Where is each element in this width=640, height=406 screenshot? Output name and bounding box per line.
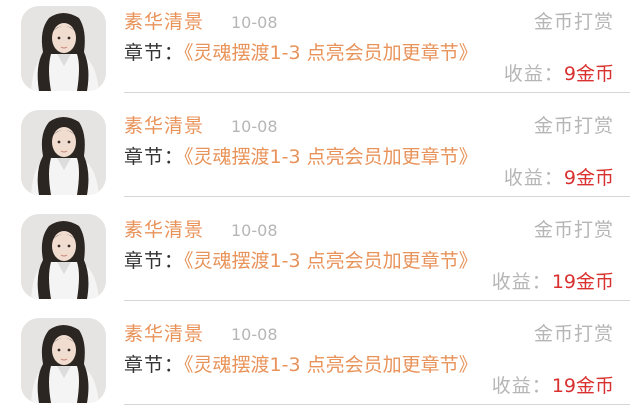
income-amount: 19金币 bbox=[551, 375, 614, 397]
income-label: 收益： bbox=[491, 271, 552, 293]
record-date: 10-08 bbox=[231, 117, 278, 136]
user-name[interactable]: 素华清景 bbox=[124, 115, 204, 137]
reward-record-item[interactable]: 素华清景 10-08 金币打赏 章节：《灵魂摆渡1-3 点亮会员加更章节》 收益… bbox=[0, 0, 640, 104]
divider bbox=[124, 300, 630, 301]
income-amount: 19金币 bbox=[551, 271, 614, 293]
income-label: 收益： bbox=[503, 63, 564, 85]
chapter-info: 章节：《灵魂摆渡1-3 点亮会员加更章节》 bbox=[124, 248, 484, 274]
chapter-title[interactable]: 《灵魂摆渡1-3 点亮会员加更章节》 bbox=[184, 250, 478, 272]
record-type: 金币打赏 bbox=[533, 219, 614, 241]
chapter-label: 章节： bbox=[124, 354, 185, 376]
record-date: 10-08 bbox=[231, 221, 278, 240]
income-info: 收益：9金币 bbox=[504, 62, 614, 86]
avatar[interactable] bbox=[21, 110, 106, 195]
user-name[interactable]: 素华清景 bbox=[124, 11, 204, 33]
record-type: 金币打赏 bbox=[533, 323, 614, 345]
chapter-label: 章节： bbox=[124, 146, 185, 168]
reward-record-item[interactable]: 素华清景 10-08 金币打赏 章节：《灵魂摆渡1-3 点亮会员加更章节》 收益… bbox=[0, 312, 640, 406]
income-info: 收益：19金币 bbox=[492, 374, 614, 398]
avatar-portrait-icon bbox=[21, 6, 106, 91]
income-label: 收益： bbox=[491, 375, 552, 397]
record-type: 金币打赏 bbox=[533, 115, 614, 137]
chapter-info: 章节：《灵魂摆渡1-3 点亮会员加更章节》 bbox=[124, 352, 484, 378]
income-label: 收益： bbox=[503, 167, 564, 189]
chapter-info: 章节：《灵魂摆渡1-3 点亮会员加更章节》 bbox=[124, 144, 484, 170]
chapter-title[interactable]: 《灵魂摆渡1-3 点亮会员加更章节》 bbox=[184, 354, 478, 376]
avatar-portrait-icon bbox=[21, 214, 106, 299]
user-name[interactable]: 素华清景 bbox=[124, 323, 204, 345]
reward-record-list: 素华清景 10-08 金币打赏 章节：《灵魂摆渡1-3 点亮会员加更章节》 收益… bbox=[0, 0, 640, 406]
avatar-portrait-icon bbox=[21, 318, 106, 403]
divider bbox=[124, 404, 630, 405]
record-type: 金币打赏 bbox=[533, 11, 614, 33]
chapter-title[interactable]: 《灵魂摆渡1-3 点亮会员加更章节》 bbox=[184, 146, 478, 168]
income-amount: 9金币 bbox=[563, 167, 614, 189]
income-info: 收益：9金币 bbox=[504, 166, 614, 190]
record-date: 10-08 bbox=[231, 325, 278, 344]
divider bbox=[124, 92, 630, 93]
income-info: 收益：19金币 bbox=[492, 270, 614, 294]
reward-record-item[interactable]: 素华清景 10-08 金币打赏 章节：《灵魂摆渡1-3 点亮会员加更章节》 收益… bbox=[0, 104, 640, 208]
avatar[interactable] bbox=[21, 318, 106, 403]
chapter-label: 章节： bbox=[124, 42, 185, 64]
avatar-portrait-icon bbox=[21, 110, 106, 195]
user-name[interactable]: 素华清景 bbox=[124, 219, 204, 241]
chapter-title[interactable]: 《灵魂摆渡1-3 点亮会员加更章节》 bbox=[184, 42, 478, 64]
avatar[interactable] bbox=[21, 214, 106, 299]
chapter-label: 章节： bbox=[124, 250, 185, 272]
chapter-info: 章节：《灵魂摆渡1-3 点亮会员加更章节》 bbox=[124, 40, 484, 66]
record-date: 10-08 bbox=[231, 13, 278, 32]
reward-record-item[interactable]: 素华清景 10-08 金币打赏 章节：《灵魂摆渡1-3 点亮会员加更章节》 收益… bbox=[0, 208, 640, 312]
divider bbox=[124, 196, 630, 197]
avatar[interactable] bbox=[21, 6, 106, 91]
income-amount: 9金币 bbox=[563, 63, 614, 85]
